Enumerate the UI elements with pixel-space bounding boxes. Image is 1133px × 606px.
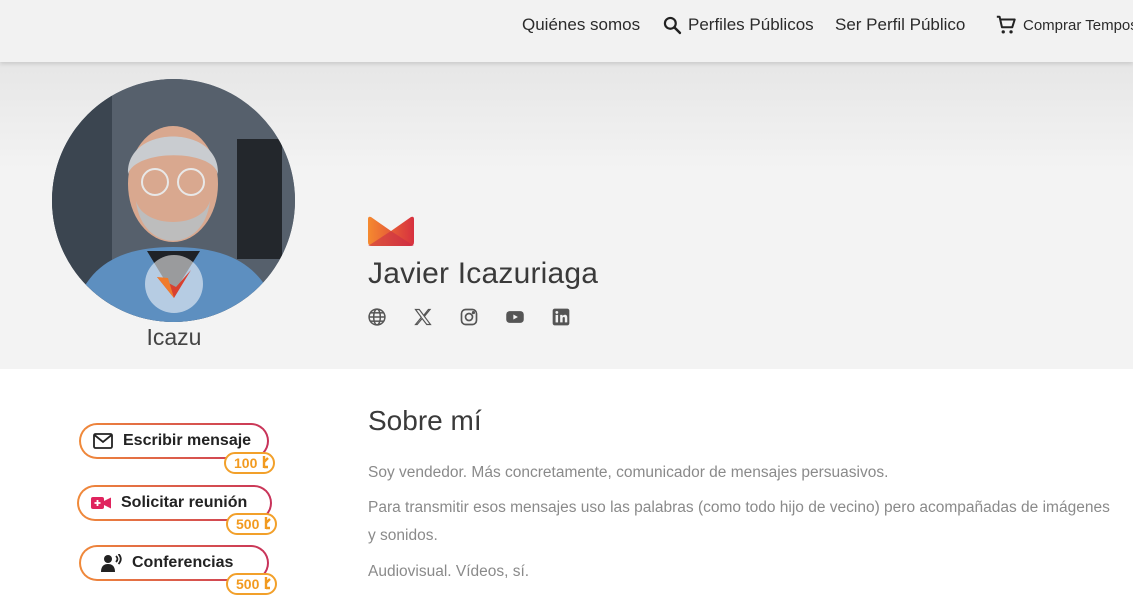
price-value: 500 bbox=[236, 516, 260, 532]
price-value: 100 bbox=[234, 455, 258, 471]
cart-icon bbox=[996, 15, 1016, 34]
about-paragraph: Para transmitir esos mensajes uso las pa… bbox=[368, 494, 1110, 550]
conferences-label: Conferencias bbox=[132, 554, 234, 571]
nav-link-become-public[interactable]: Ser Perfil Público bbox=[835, 0, 965, 50]
request-meeting-label: Solicitar reunión bbox=[121, 494, 248, 511]
about-title: Sobre mí bbox=[368, 405, 482, 436]
nav-link-about[interactable]: Quiénes somos bbox=[522, 0, 640, 50]
nav-buy-label: Comprar Tempos bbox=[1023, 16, 1133, 34]
profile-nickname: Icazu bbox=[146, 324, 202, 350]
globe-icon[interactable] bbox=[366, 306, 388, 328]
brand-logo-icon bbox=[368, 215, 414, 251]
tempo-coin-icon bbox=[261, 516, 272, 533]
nav-about-label: Quiénes somos bbox=[522, 15, 641, 34]
top-navbar: Quiénes somos Perfiles Públicos Ser Perf… bbox=[0, 0, 1133, 62]
price-badge: 100 bbox=[224, 452, 276, 474]
nav-link-buy-tempos[interactable]: Comprar Tempos bbox=[995, 0, 1133, 50]
profile-full-name: Javier Icazuriaga bbox=[368, 257, 599, 290]
video-icon bbox=[90, 496, 112, 510]
tempo-coin-icon bbox=[261, 576, 272, 593]
youtube-icon[interactable] bbox=[504, 306, 526, 328]
about-paragraph: Soy vendedor. Más concretamente, comunic… bbox=[368, 464, 889, 481]
write-message-label: Escribir mensaje bbox=[123, 432, 252, 449]
speaker-icon bbox=[101, 554, 123, 572]
nav-become-label: Ser Perfil Público bbox=[835, 15, 966, 34]
instagram-icon[interactable] bbox=[458, 306, 480, 328]
price-badge: 500 bbox=[226, 513, 278, 535]
social-links bbox=[366, 306, 596, 328]
nav-profiles-label: Perfiles Públicos bbox=[688, 15, 814, 34]
linkedin-icon[interactable] bbox=[550, 306, 572, 328]
price-badge: 500 bbox=[226, 573, 278, 595]
x-icon[interactable] bbox=[412, 306, 434, 328]
about-paragraph: Audiovisual. Vídeos, sí. bbox=[368, 563, 530, 580]
search-icon bbox=[663, 16, 682, 35]
nav-link-public-profiles[interactable]: Perfiles Públicos bbox=[662, 0, 814, 50]
about-paragraph-line: y sonidos. bbox=[368, 527, 438, 544]
about-paragraph-line: Para transmitir esos mensajes uso las pa… bbox=[368, 499, 1110, 516]
price-value: 500 bbox=[236, 576, 260, 592]
verified-badge-icon bbox=[145, 255, 203, 313]
tempo-coin-icon bbox=[259, 455, 270, 472]
mail-icon bbox=[92, 433, 114, 449]
